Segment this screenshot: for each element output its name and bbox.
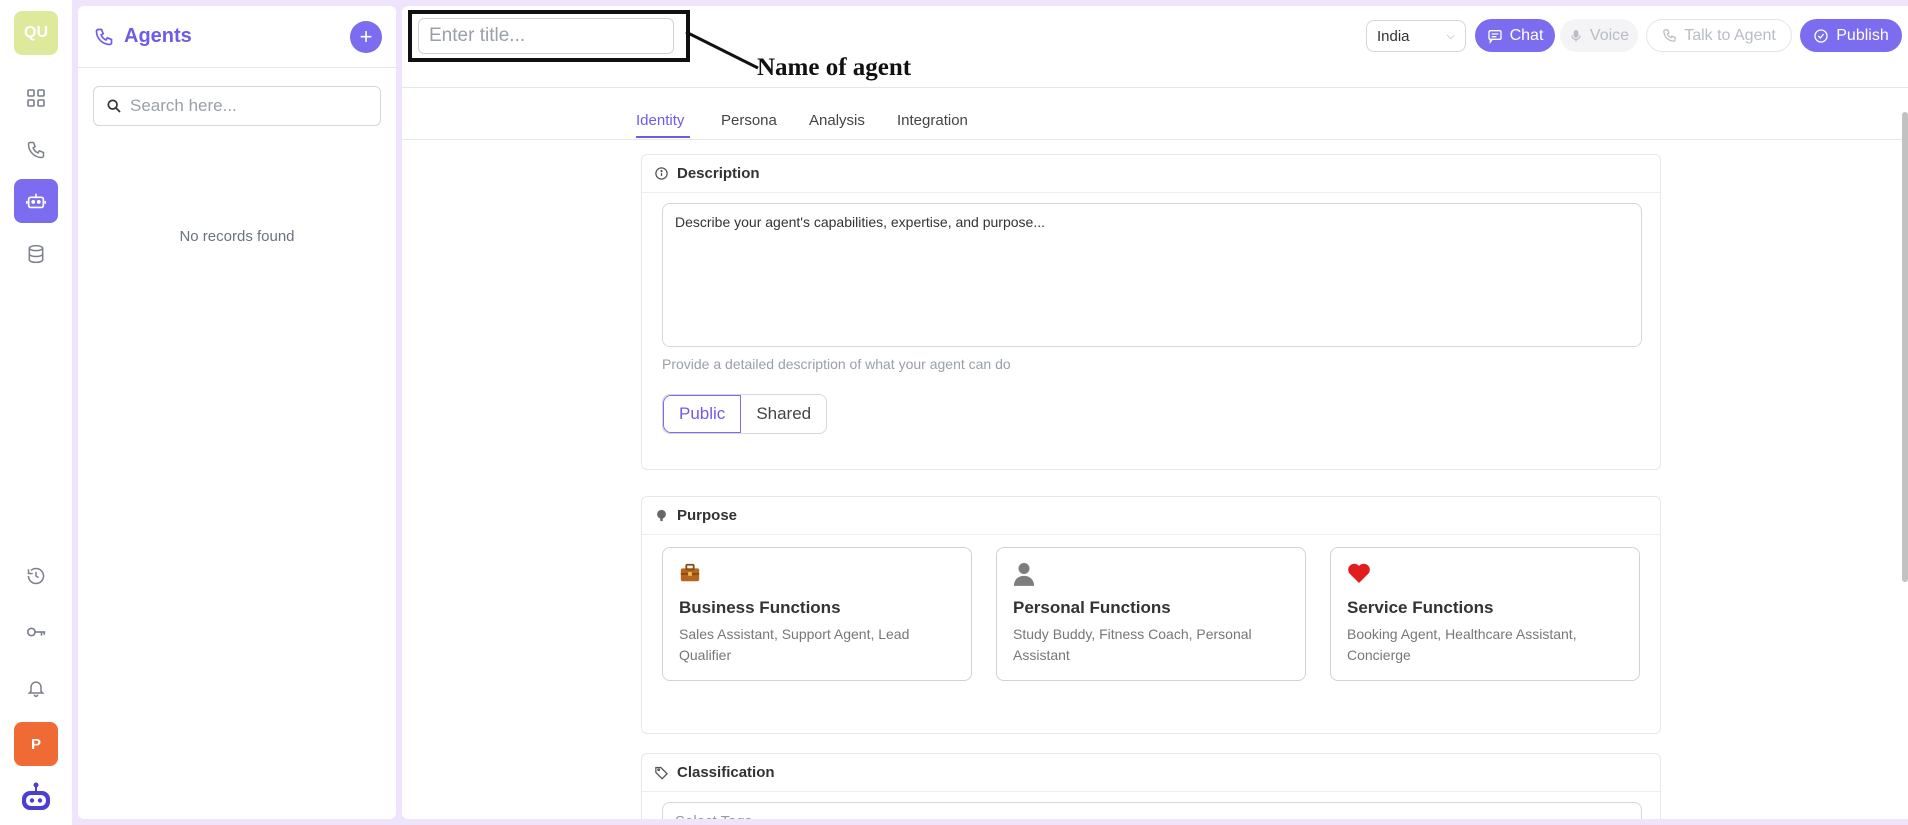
talk-to-agent-button[interactable]: Talk to Agent xyxy=(1646,19,1792,52)
chat-label: Chat xyxy=(1509,26,1544,44)
purpose-card-personal[interactable]: Personal Functions Study Buddy, Fitness … xyxy=(996,547,1306,681)
icon-rail: QU P xyxy=(0,0,72,825)
purpose-title: Personal Functions xyxy=(1013,598,1171,617)
purpose-heading: Purpose xyxy=(677,507,738,524)
profile-avatar[interactable]: P xyxy=(14,722,58,766)
purpose-subtitle: Study Buddy, Fitness Coach, Personal Ass… xyxy=(1013,626,1252,663)
phone-icon[interactable] xyxy=(20,134,52,166)
visibility-public-option[interactable]: Public xyxy=(663,395,742,433)
agent-title-input[interactable] xyxy=(418,18,674,54)
phone-icon xyxy=(94,27,114,47)
workspace-avatar[interactable]: QU xyxy=(14,11,58,55)
purpose-header: Purpose xyxy=(642,497,1660,535)
tags-select[interactable]: Select Tags xyxy=(662,802,1642,819)
agent-search-box xyxy=(93,86,381,126)
visibility-toggle: Public Shared xyxy=(662,394,828,434)
country-select[interactable]: India ⌵ xyxy=(1366,20,1466,52)
annotation-label: Name of agent xyxy=(757,54,912,81)
brain-icon xyxy=(654,508,669,523)
search-icon xyxy=(106,98,122,114)
dashboard-icon[interactable] xyxy=(20,82,52,114)
tab-analysis[interactable]: Analysis xyxy=(809,112,865,129)
classification-heading: Classification xyxy=(677,764,775,781)
tag-icon xyxy=(654,765,669,780)
tab-persona[interactable]: Persona xyxy=(721,112,777,129)
scrollbar-thumb[interactable] xyxy=(1902,112,1908,582)
annotation-arrow xyxy=(685,30,759,70)
chevron-down-icon: ⌵ xyxy=(1446,29,1455,42)
agents-robot-icon[interactable] xyxy=(14,179,58,223)
agents-title: Agents xyxy=(124,25,192,47)
classification-header: Classification xyxy=(642,754,1660,792)
key-icon[interactable] xyxy=(20,616,52,648)
empty-state-text: No records found xyxy=(179,228,295,245)
editor-topbar: Name of agent India ⌵ Chat Voice Talk to… xyxy=(402,6,1908,88)
editor-tabs: Identity Persona Analysis Integration xyxy=(402,88,1908,140)
purpose-card-service[interactable]: Service Functions Booking Agent, Healthc… xyxy=(1330,547,1640,681)
scrollbar[interactable] xyxy=(1902,106,1908,819)
chat-button[interactable]: Chat xyxy=(1475,19,1555,52)
purpose-title: Service Functions xyxy=(1347,598,1494,617)
database-icon[interactable] xyxy=(20,238,52,270)
description-card: Description Provide a detailed descripti… xyxy=(641,154,1661,470)
history-icon[interactable] xyxy=(20,560,52,592)
add-agent-button[interactable]: + xyxy=(350,21,382,53)
talk-label: Talk to Agent xyxy=(1684,26,1776,44)
purpose-subtitle: Sales Assistant, Support Agent, Lead Qua… xyxy=(679,626,910,663)
purpose-card-business[interactable]: Business Functions Sales Assistant, Supp… xyxy=(662,547,972,681)
check-circle-icon xyxy=(1813,28,1829,44)
phone-icon xyxy=(1662,28,1677,43)
country-value: India xyxy=(1377,27,1410,45)
classification-card: Classification Select Tags xyxy=(641,753,1661,819)
publish-label: Publish xyxy=(1836,26,1889,44)
tab-identity[interactable]: Identity xyxy=(636,112,684,129)
purpose-title: Business Functions xyxy=(679,598,841,617)
voice-label: Voice xyxy=(1589,26,1630,44)
purpose-subtitle: Booking Agent, Healthcare Assistant, Con… xyxy=(1347,626,1577,663)
description-hint: Provide a detailed description of what y… xyxy=(662,356,1011,372)
voice-button[interactable]: Voice xyxy=(1560,19,1638,52)
agents-panel: Agents + No records found xyxy=(78,6,396,819)
purpose-card: Purpose Business Functions Sales Assista… xyxy=(641,496,1661,734)
publish-button[interactable]: Publish xyxy=(1800,19,1902,52)
person-icon xyxy=(1013,562,1037,586)
active-tab-indicator xyxy=(636,136,690,138)
annotation-box xyxy=(408,10,690,62)
bell-icon[interactable] xyxy=(20,672,52,704)
agent-search-input[interactable] xyxy=(130,96,368,116)
chat-icon xyxy=(1487,28,1503,44)
description-textarea[interactable] xyxy=(662,203,1642,347)
description-header: Description xyxy=(642,155,1660,193)
info-icon xyxy=(654,166,669,181)
heart-icon xyxy=(1347,562,1371,586)
visibility-shared-option[interactable]: Shared xyxy=(741,395,826,433)
tab-integration[interactable]: Integration xyxy=(897,112,968,129)
agent-editor: Name of agent India ⌵ Chat Voice Talk to… xyxy=(402,6,1908,819)
agents-header: Agents xyxy=(78,6,396,68)
microphone-icon xyxy=(1569,28,1583,44)
briefcase-icon xyxy=(679,562,703,586)
assistant-bot-icon[interactable] xyxy=(18,782,54,812)
description-heading: Description xyxy=(677,165,760,182)
